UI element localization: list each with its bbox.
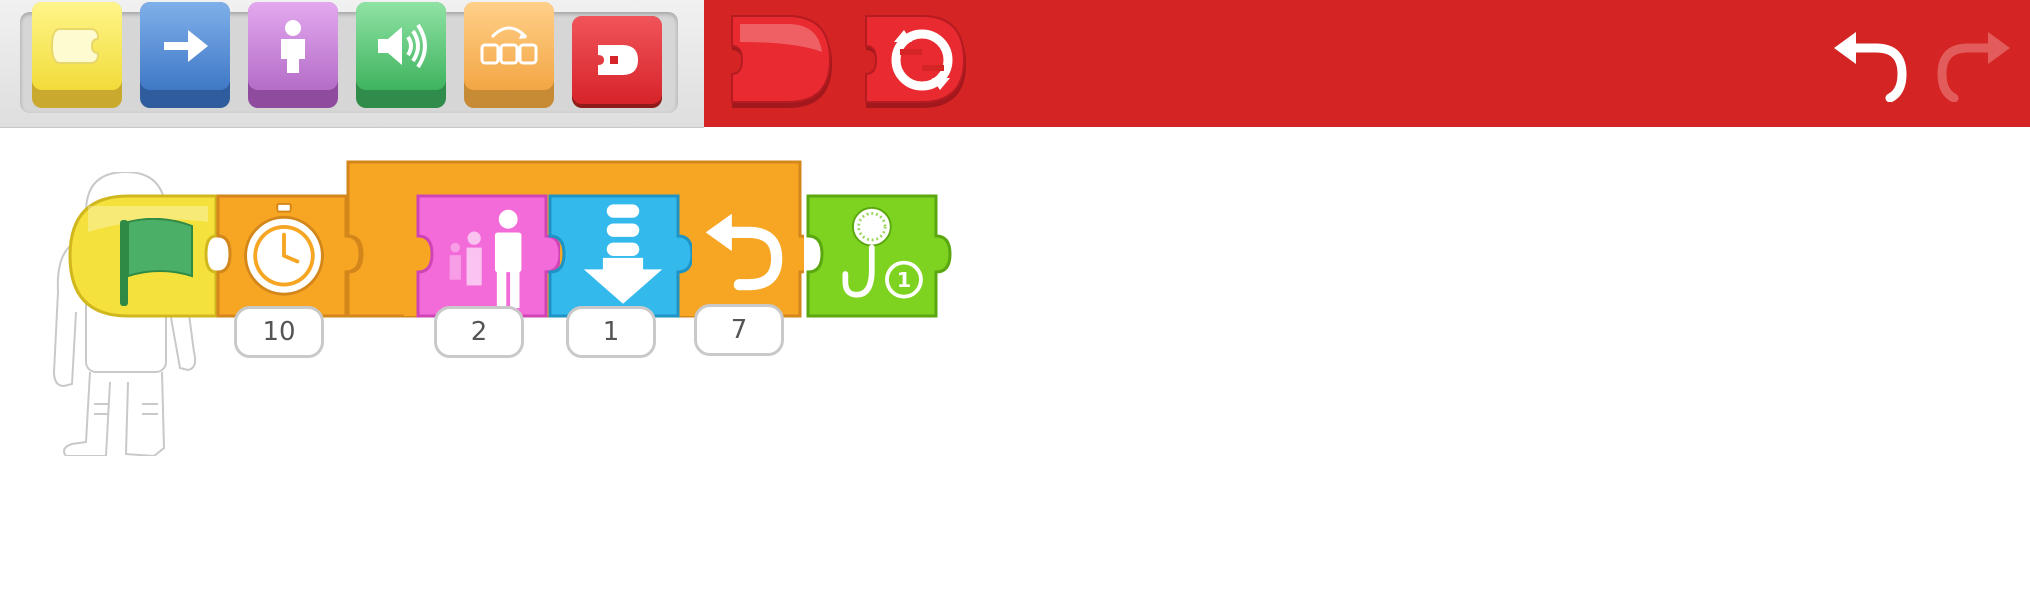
end-block-icon <box>598 45 638 75</box>
redo-icon <box>1937 32 2010 103</box>
repeat-forever-icon <box>865 15 966 108</box>
redo-button[interactable] <box>1934 26 2014 103</box>
move-down-block[interactable]: 1 <box>546 192 692 358</box>
wait-param[interactable]: 10 <box>234 306 324 358</box>
palette-end-block[interactable] <box>726 12 838 116</box>
grow-person-icon <box>449 209 522 309</box>
undo-button[interactable] <box>1830 26 1910 103</box>
category-looks-button[interactable] <box>248 2 338 108</box>
undo-icon <box>1834 32 1907 103</box>
arrow-right-icon <box>164 30 208 62</box>
palette-repeat-forever-block[interactable] <box>860 12 972 116</box>
category-sound-button[interactable] <box>356 2 446 108</box>
move-down-param[interactable]: 1 <box>566 306 656 358</box>
sound-badge: 1 <box>897 268 911 292</box>
grow-param[interactable]: 2 <box>434 306 524 358</box>
stopwatch-icon <box>244 202 324 296</box>
script-canvas[interactable]: 10 7 2 1 1 <box>0 128 2030 598</box>
grow-block[interactable]: 2 <box>414 192 560 358</box>
play-sound-block[interactable]: 1 <box>804 192 956 320</box>
category-end-button[interactable] <box>572 16 662 108</box>
speaker-icon <box>378 23 427 69</box>
arrow-down-icon <box>583 204 663 304</box>
palette-blocks-area <box>704 0 2030 127</box>
category-control-button[interactable] <box>464 2 554 108</box>
end-cap-icon <box>731 15 832 108</box>
top-bar <box>0 0 2030 128</box>
wait-block[interactable]: 10 <box>214 192 364 358</box>
control-blocks-icon <box>480 26 538 65</box>
person-icon <box>281 20 305 73</box>
category-motion-button[interactable] <box>140 2 230 108</box>
green-flag-icon <box>120 218 193 306</box>
repeat-icon <box>705 213 783 291</box>
trigger-block-icon <box>50 28 99 64</box>
repeat-param[interactable]: 7 <box>694 304 784 356</box>
category-triggering-button[interactable] <box>32 2 122 108</box>
microphone-icon: 1 <box>842 206 923 299</box>
block-palette <box>0 0 704 128</box>
green-flag-block[interactable] <box>68 192 218 320</box>
